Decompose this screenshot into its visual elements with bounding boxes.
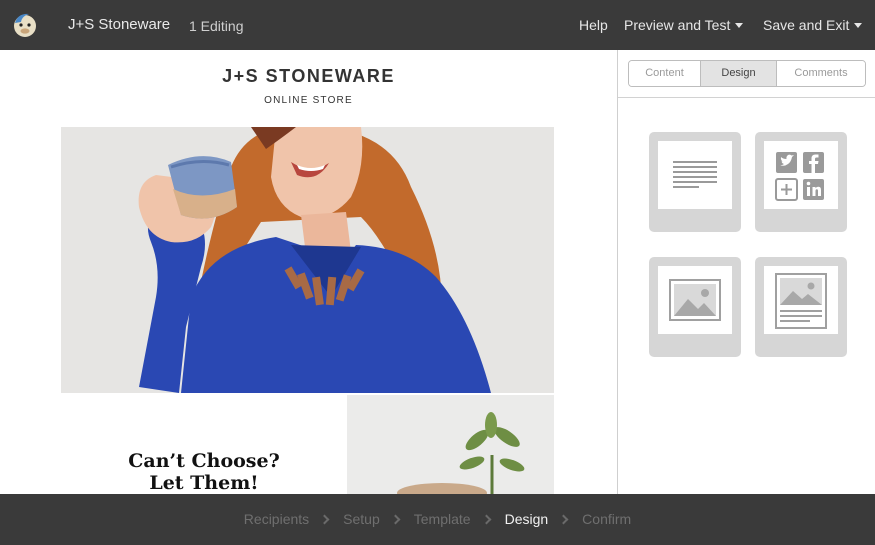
headline-line-1: Can’t Choose? [128,450,280,472]
chevron-down-icon [854,22,863,28]
step-recipients[interactable]: Recipients [244,511,309,527]
preview-and-test-menu[interactable]: Preview and Test [624,17,744,33]
design-side-panel: Content Design Comments [617,50,875,494]
brand-name[interactable]: J+S STONEWARE [0,66,617,87]
image-card-block-icon [764,266,838,334]
text-block-tile[interactable] [649,132,741,232]
step-template[interactable]: Template [414,511,471,527]
hero-image[interactable] [61,127,554,393]
plant-image[interactable] [347,395,554,494]
campaign-steps-bar: Recipients Setup Template Design Confirm [0,494,875,545]
step-design[interactable]: Design [505,511,549,527]
save-and-exit-menu[interactable]: Save and Exit [763,17,863,33]
social-follow-block-tile[interactable] [755,132,847,232]
editing-status[interactable]: 1 Editing [189,18,243,34]
top-bar: J+S Stoneware 1 Editing Help Preview and… [0,0,875,50]
chevron-down-icon [735,22,744,28]
tab-content[interactable]: Content [629,61,700,86]
preview-and-test-label: Preview and Test [624,17,731,33]
headline-line-2: Let Them! [149,472,259,494]
text-block-icon [658,141,732,209]
panel-tabs: Content Design Comments [628,60,866,87]
tab-comments[interactable]: Comments [776,61,865,86]
section-headline[interactable]: Can’t Choose? Let Them! [61,450,347,494]
tab-design[interactable]: Design [700,61,776,86]
step-confirm[interactable]: Confirm [582,511,631,527]
chevron-right-icon [481,514,492,525]
brand-subtitle[interactable]: ONLINE STORE [0,95,617,106]
chevron-right-icon [558,514,569,525]
step-setup[interactable]: Setup [343,511,380,527]
help-link[interactable]: Help [579,17,608,33]
app-window: J+S Stoneware 1 Editing Help Preview and… [0,0,875,545]
chevron-right-icon [390,514,401,525]
campaign-title: J+S Stoneware [68,16,171,33]
image-card-block-tile[interactable] [755,257,847,357]
panel-divider [618,97,875,98]
image-block-icon [658,266,732,334]
chevron-right-icon [319,514,330,525]
save-and-exit-label: Save and Exit [763,17,850,33]
social-follow-block-icon [764,141,838,209]
mailchimp-freddie-icon[interactable] [10,10,40,40]
email-preview-canvas[interactable]: J+S STONEWARE ONLINE STORE Can’t Choose?… [0,50,617,494]
campaign-steps: Recipients Setup Template Design Confirm [0,494,875,545]
image-block-tile[interactable] [649,257,741,357]
